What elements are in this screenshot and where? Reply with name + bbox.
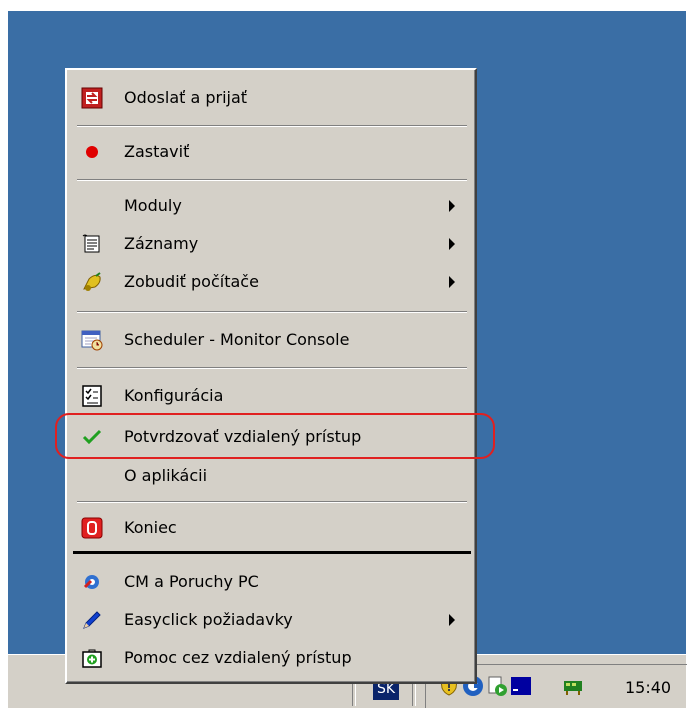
cm-icon <box>83 575 99 589</box>
clock[interactable]: 15:40 <box>625 678 671 697</box>
send-receive-icon <box>81 87 103 109</box>
wake-icon <box>83 272 101 291</box>
submenu-arrow-icon <box>449 200 455 212</box>
menu-item-label: Zastaviť <box>124 142 190 161</box>
menu-item-label: Odoslať a prijať <box>124 88 248 107</box>
remote-help-icon <box>82 649 102 668</box>
menu-item-modules[interactable]: Moduly <box>73 190 469 222</box>
menu-item-exit[interactable]: Koniec <box>73 512 469 544</box>
document-play-icon[interactable] <box>486 675 508 697</box>
menu-item-label: Zobudiť počítače <box>124 272 259 291</box>
menu-item-scheduler[interactable]: Scheduler - Monitor Console <box>73 324 469 356</box>
menu-separator <box>77 311 467 313</box>
scheduler-icon <box>81 330 103 351</box>
config-icon <box>82 385 102 407</box>
logs-icon <box>82 234 100 253</box>
network-icon[interactable] <box>562 675 584 697</box>
menu-item-label: Pomoc cez vzdialený prístup <box>124 648 352 667</box>
menu-item-send-receive[interactable]: Odoslať a prijať <box>73 82 469 114</box>
menu-item-label: Koniec <box>124 518 177 537</box>
tray-context-menu: Odoslať a prijať Zastaviť Moduly Záznamy… <box>65 68 477 684</box>
menu-item-label: Záznamy <box>124 234 199 253</box>
menu-item-label: Easyclick požiadavky <box>124 610 293 629</box>
menu-item-stop[interactable]: Zastaviť <box>73 136 469 168</box>
exit-icon <box>81 517 103 539</box>
submenu-arrow-icon <box>449 614 455 626</box>
menu-separator <box>77 179 467 181</box>
menu-item-label: Scheduler - Monitor Console <box>124 330 350 349</box>
menu-item-configuration[interactable]: Konfigurácia <box>73 380 469 412</box>
menu-separator <box>77 125 467 127</box>
menu-item-label: CM a Poruchy PC <box>124 572 259 591</box>
menu-item-label: O aplikácii <box>124 466 208 485</box>
console-icon[interactable] <box>510 675 532 697</box>
menu-item-cm-faults[interactable]: CM a Poruchy PC <box>73 566 469 598</box>
menu-separator <box>77 501 467 503</box>
menu-item-wake-computers[interactable]: Zobudiť počítače <box>73 266 469 298</box>
submenu-arrow-icon <box>449 238 455 250</box>
stop-icon <box>86 146 98 158</box>
menu-item-records[interactable]: Záznamy <box>73 228 469 260</box>
menu-item-easyclick-requests[interactable]: Easyclick požiadavky <box>73 604 469 636</box>
pen-icon <box>83 611 101 629</box>
menu-separator <box>77 367 467 369</box>
menu-item-label: Konfigurácia <box>124 386 224 405</box>
menu-item-label: Moduly <box>124 196 182 215</box>
menu-item-about[interactable]: O aplikácii <box>73 460 469 492</box>
highlight-annotation <box>55 413 495 459</box>
submenu-arrow-icon <box>449 276 455 288</box>
menu-separator-thick <box>73 551 471 554</box>
menu-item-remote-help[interactable]: Pomoc cez vzdialený prístup <box>73 642 469 674</box>
